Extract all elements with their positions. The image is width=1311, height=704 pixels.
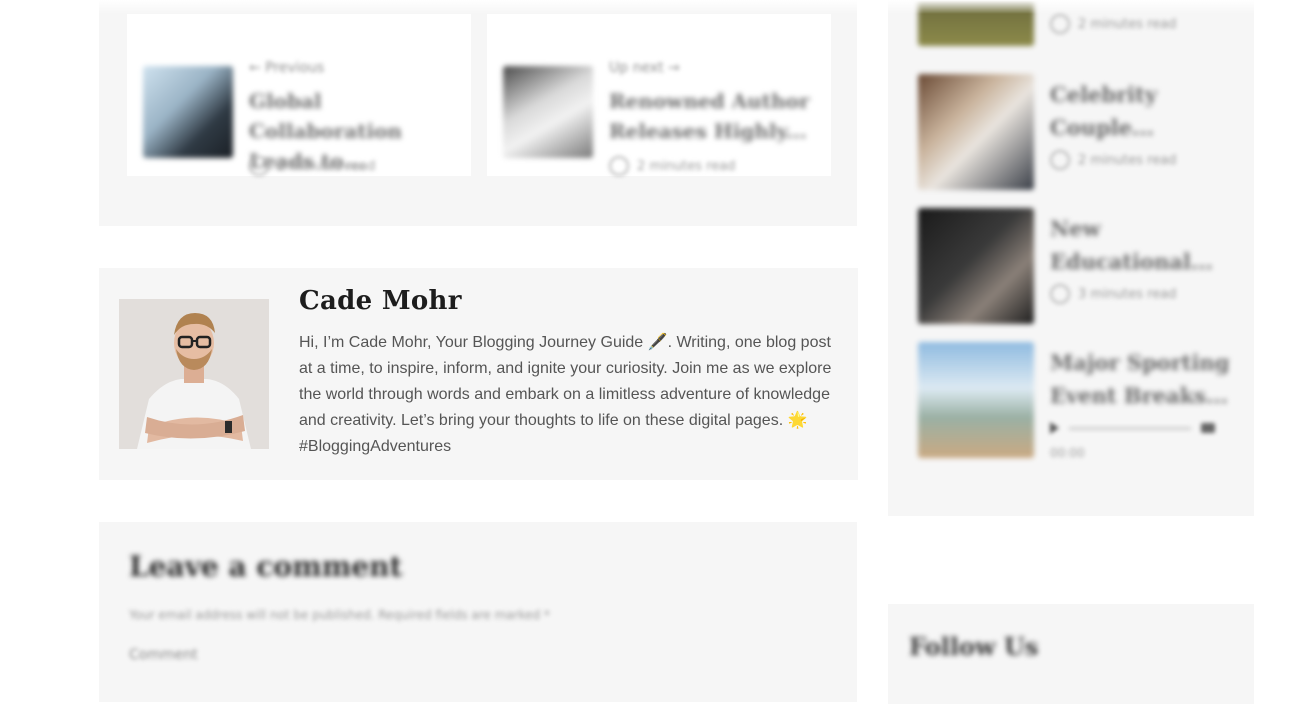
read-time-text: 3 minutes read	[1078, 286, 1177, 302]
clock-icon	[1050, 150, 1070, 170]
comment-notice: Your email address will not be published…	[129, 608, 550, 622]
author-name[interactable]: Cade Mohr	[299, 286, 462, 316]
next-post-title[interactable]: Renowned Author Releases Highly...	[609, 86, 814, 146]
sidebar-post-title[interactable]: New Educational...	[1050, 212, 1230, 278]
sidebar-post-readtime: 2 minutes read	[1050, 14, 1176, 34]
next-post-readtime: 2 minutes read	[609, 156, 735, 176]
sidebar-recent-posts: 2 minutes read Celebrity Couple... 2 min…	[888, 0, 1254, 516]
sidebar-post-title[interactable]: Celebrity Couple...	[1050, 78, 1230, 144]
previous-post-readtime: 2 minutes read	[249, 156, 375, 176]
clock-icon	[609, 156, 629, 176]
author-bio: Hi, I’m Cade Mohr, Your Blogging Journey…	[299, 334, 832, 455]
clock-icon	[1050, 14, 1070, 34]
sidebar-post-thumbnail[interactable]	[918, 74, 1034, 190]
sidebar-post-title[interactable]: Major Sporting Event Breaks...	[1050, 346, 1230, 412]
next-post-label: Up next →	[609, 60, 680, 76]
sidebar-post-thumbnail[interactable]	[918, 342, 1034, 458]
follow-us-title: Follow Us	[909, 632, 1039, 661]
follow-us-panel: Follow Us	[888, 604, 1254, 704]
clock-icon	[1050, 284, 1070, 304]
previous-post-card[interactable]: ← Previous Global Collaboration Leads to…	[127, 14, 471, 176]
read-time-text: 2 minutes read	[637, 158, 736, 174]
previous-post-label: ← Previous	[249, 60, 325, 76]
sidebar-post-readtime: 2 minutes read	[1050, 150, 1176, 170]
play-icon[interactable]	[1050, 422, 1059, 434]
clock-icon	[249, 156, 269, 176]
read-time-text: 2 minutes read	[277, 158, 376, 174]
author-photo	[119, 299, 269, 449]
comment-section: Leave a comment Your email address will …	[99, 522, 857, 702]
top-fade-overlay	[0, 0, 1311, 14]
post-navigation: ← Previous Global Collaboration Leads to…	[99, 0, 857, 226]
read-time-text: 2 minutes read	[1078, 152, 1177, 168]
volume-icon[interactable]	[1201, 423, 1215, 433]
comment-field-label: Comment	[129, 647, 198, 663]
read-time-text: 2 minutes read	[1078, 16, 1177, 32]
comment-section-title: Leave a comment	[129, 550, 403, 583]
sidebar-post-thumbnail[interactable]	[918, 208, 1034, 324]
audio-progress-track[interactable]	[1069, 426, 1191, 430]
author-avatar[interactable]	[119, 299, 269, 449]
audio-time: 00:00	[1050, 446, 1085, 460]
next-post-thumbnail[interactable]	[503, 66, 593, 158]
next-post-card[interactable]: Up next → Renowned Author Releases Highl…	[487, 14, 831, 176]
previous-post-thumbnail[interactable]	[143, 66, 233, 158]
audio-player	[1050, 422, 1215, 434]
author-box: Cade Mohr Hi, I’m Cade Mohr, Your Bloggi…	[99, 268, 858, 480]
sidebar-post-readtime: 3 minutes read	[1050, 284, 1176, 304]
